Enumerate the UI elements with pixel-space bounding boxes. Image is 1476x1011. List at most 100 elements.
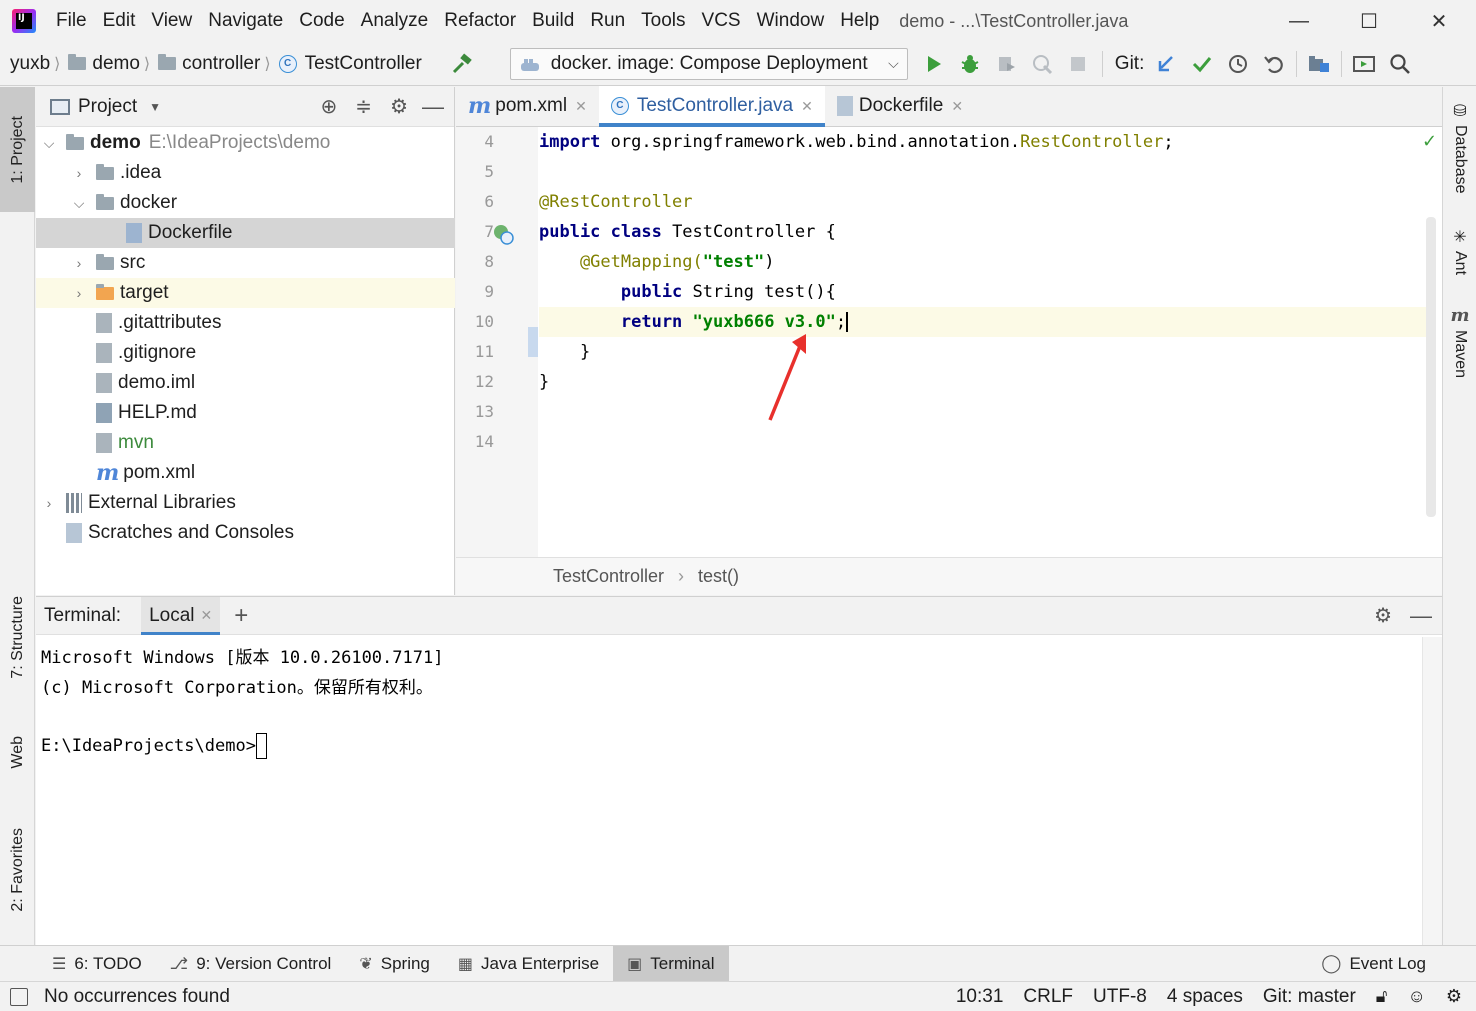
spring-bean-gutter-icon[interactable]	[492, 223, 514, 245]
tab-pom-xml[interactable]: m pom.xml ✕	[456, 86, 599, 126]
chevron-right-icon[interactable]: ›	[40, 495, 58, 511]
collapse-all-icon[interactable]: ≑	[355, 94, 372, 119]
tree-item-external-libraries[interactable]: › External Libraries	[36, 488, 455, 518]
menu-tools[interactable]: Tools	[633, 0, 693, 42]
debug-bug-icon[interactable]	[952, 46, 988, 82]
breadcrumb-controller[interactable]: controller	[154, 53, 260, 75]
tool-tab-database[interactable]: ⛁ Database	[1443, 101, 1476, 194]
tree-item-help-md[interactable]: HELP.md	[36, 398, 455, 428]
no-problems-check-icon[interactable]: ✓	[1422, 131, 1442, 153]
tool-tab-maven[interactable]: m Maven	[1443, 305, 1476, 378]
tool-tab-favorites[interactable]: 2: Favorites	[0, 807, 35, 932]
menu-analyze[interactable]: Analyze	[353, 0, 437, 42]
menu-edit[interactable]: Edit	[95, 0, 144, 42]
menu-run[interactable]: Run	[582, 0, 633, 42]
tree-item-mvn[interactable]: mvn	[36, 428, 455, 458]
breadcrumb-method[interactable]: test()	[698, 566, 739, 587]
presentation-mode-icon[interactable]	[1346, 46, 1382, 82]
tool-tab-web[interactable]: Web	[0, 717, 35, 787]
close-window-button[interactable]: ✕	[1404, 0, 1474, 42]
tree-item-docker[interactable]: ⌵ docker	[36, 188, 455, 218]
expand-down-icon[interactable]: ⌵	[40, 135, 58, 152]
file-encoding[interactable]: UTF-8	[1083, 986, 1157, 1008]
gear-icon[interactable]: ⚙	[1374, 603, 1392, 628]
close-tab-icon[interactable]: ✕	[801, 98, 813, 115]
editor-gutter[interactable]: 4 5 6 7 8 9 10 11 12 13 14	[456, 127, 538, 557]
git-commit-check-icon[interactable]	[1184, 46, 1220, 82]
project-view-select[interactable]: Project	[78, 96, 137, 118]
chevron-right-icon[interactable]: ›	[70, 255, 88, 271]
breadcrumb-yuxb[interactable]: yuxb	[0, 53, 50, 75]
tree-item-target[interactable]: › target	[36, 278, 455, 308]
git-branch[interactable]: Git: master	[1253, 986, 1366, 1008]
memory-gear-icon[interactable]: ⚙	[1436, 986, 1476, 1007]
tree-item-src[interactable]: › src	[36, 248, 455, 278]
breadcrumb-class[interactable]: TestController	[553, 566, 664, 587]
indent-setting[interactable]: 4 spaces	[1157, 986, 1253, 1008]
tool-tab-spring[interactable]: ❦ Spring	[345, 946, 444, 982]
tab-testcontroller-java[interactable]: C TestController.java ✕	[598, 86, 825, 127]
inspector-face-icon[interactable]: ☺	[1397, 986, 1435, 1007]
tool-tab-event-log[interactable]: ◯ Event Log	[1307, 946, 1440, 982]
caret-position[interactable]: 10:31	[946, 986, 1014, 1008]
terminal-prompt-line[interactable]: E:\IdeaProjects\demo>	[41, 733, 267, 759]
new-session-plus-icon[interactable]: +	[234, 602, 248, 630]
menu-code[interactable]: Code	[291, 0, 352, 42]
gear-icon[interactable]: ⚙	[390, 94, 408, 119]
menu-help[interactable]: Help	[832, 0, 887, 42]
tree-item-idea[interactable]: › .idea	[36, 158, 455, 188]
profile-icon[interactable]	[1024, 46, 1060, 82]
menu-navigate[interactable]: Navigate	[200, 0, 291, 42]
git-history-clock-icon[interactable]	[1220, 46, 1256, 82]
build-hammer-icon[interactable]	[444, 46, 480, 82]
chevron-right-icon[interactable]: ›	[70, 165, 88, 181]
tab-local[interactable]: Local ✕	[141, 596, 221, 635]
locate-target-icon[interactable]: ⊕	[321, 94, 338, 119]
stop-icon[interactable]	[1060, 46, 1096, 82]
chevron-right-icon[interactable]: ›	[70, 285, 88, 301]
tool-tab-java-enterprise[interactable]: ▦ Java Enterprise	[444, 946, 613, 982]
coverage-icon[interactable]	[988, 46, 1024, 82]
code-editor[interactable]: import org.springframework.web.bind.anno…	[539, 127, 1429, 557]
tree-item-pom-xml[interactable]: m pom.xml	[36, 458, 455, 488]
hide-minus-icon[interactable]: —	[1410, 603, 1432, 629]
lock-icon[interactable]: 🔓︎	[1366, 986, 1398, 1007]
project-structure-icon[interactable]	[1301, 46, 1337, 82]
tool-tab-project[interactable]: 1: Project	[0, 87, 35, 212]
git-rollback-icon[interactable]	[1256, 46, 1292, 82]
menu-view[interactable]: View	[143, 0, 200, 42]
editor-scrollbar[interactable]	[1426, 217, 1436, 517]
breadcrumb-testcontroller[interactable]: C TestController	[275, 53, 422, 75]
expand-down-icon[interactable]: ⌵	[70, 195, 88, 212]
search-icon[interactable]	[1382, 46, 1418, 82]
tool-tab-ant[interactable]: ✳ Ant	[1443, 227, 1476, 275]
tree-item-gitignore[interactable]: .gitignore	[36, 338, 455, 368]
close-tab-icon[interactable]: ✕	[951, 98, 963, 115]
hide-minus-icon[interactable]: —	[422, 94, 444, 120]
run-icon[interactable]	[916, 46, 952, 82]
run-configuration-select[interactable]: docker. image: Compose Deployment ⌵	[509, 47, 908, 80]
menu-vcs[interactable]: VCS	[694, 0, 749, 42]
git-update-arrow-icon[interactable]	[1148, 46, 1184, 82]
tree-item-dockerfile[interactable]: Dockerfile	[36, 218, 455, 248]
tool-tab-structure[interactable]: 7: Structure	[0, 577, 35, 697]
menu-build[interactable]: Build	[524, 0, 582, 42]
menu-file[interactable]: File	[48, 0, 95, 42]
minimize-button[interactable]: —	[1264, 0, 1334, 42]
terminal-scrollbar[interactable]	[1422, 637, 1442, 946]
tool-tab-terminal[interactable]: ▣ Terminal	[613, 945, 729, 982]
tree-item-demo[interactable]: ⌵ demo E:\IdeaProjects\demo	[36, 128, 455, 158]
menu-window[interactable]: Window	[749, 0, 833, 42]
menu-refactor[interactable]: Refactor	[436, 0, 524, 42]
breadcrumb-demo[interactable]: demo	[64, 53, 140, 75]
toggle-tool-windows-icon[interactable]	[10, 987, 28, 1006]
tool-tab-todo[interactable]: ☰ 6: TODO	[38, 946, 156, 982]
line-separator[interactable]: CRLF	[1013, 986, 1083, 1008]
tab-dockerfile[interactable]: Dockerfile ✕	[825, 86, 975, 126]
tree-item-scratches-and-consoles[interactable]: Scratches and Consoles	[36, 518, 455, 548]
tree-item-gitattributes[interactable]: .gitattributes	[36, 308, 455, 338]
chevron-down-icon[interactable]: ▼	[149, 100, 161, 114]
maximize-button[interactable]: ☐	[1334, 0, 1404, 42]
tree-item-demo-iml[interactable]: demo.iml	[36, 368, 455, 398]
close-tab-icon[interactable]: ✕	[575, 98, 587, 115]
